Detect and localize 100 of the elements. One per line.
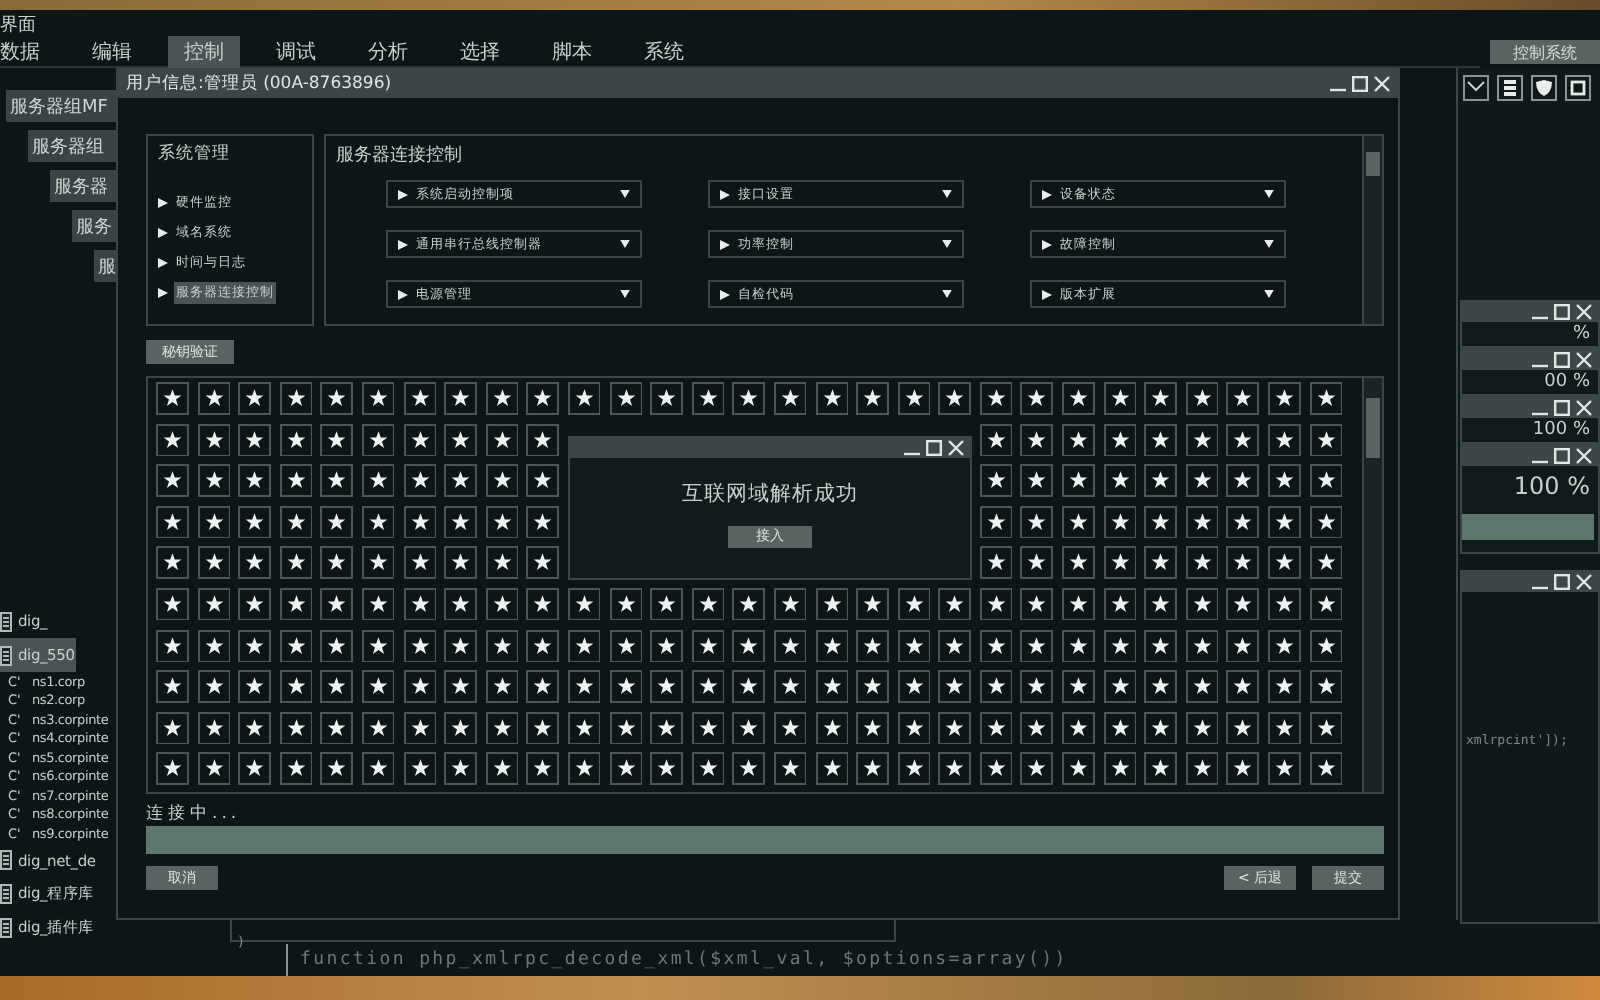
star-cell-icon (1144, 587, 1178, 621)
maximize-icon[interactable] (925, 439, 942, 456)
star-cell-icon (403, 670, 437, 704)
star-cell-icon (403, 546, 437, 580)
maximize-icon[interactable] (1554, 352, 1570, 368)
star-cell-icon (526, 382, 560, 415)
star-cell-icon (403, 423, 437, 457)
star-cell-icon (856, 752, 890, 786)
database-icon[interactable] (1496, 74, 1524, 102)
star-cell-icon (526, 505, 560, 539)
maximize-icon[interactable] (1352, 76, 1368, 92)
play-icon (398, 289, 408, 299)
menu-item[interactable]: 分析 (352, 35, 424, 67)
menu-item[interactable]: 系统 (628, 35, 700, 67)
star-cell-icon (567, 587, 601, 621)
progress-reading: 00 % (1542, 370, 1592, 394)
caret-icon (942, 240, 952, 248)
star-cell-icon (1268, 382, 1302, 415)
close-icon[interactable] (1576, 304, 1592, 320)
star-cell-icon (1268, 464, 1302, 498)
star-cell-icon (156, 423, 189, 457)
menu-item[interactable]: 数据 (0, 35, 56, 67)
star-cell-icon (156, 587, 189, 621)
star-cell-icon (444, 752, 478, 786)
star-cell-icon (1144, 711, 1178, 745)
star-cell-icon (815, 711, 848, 745)
close-icon[interactable] (1576, 448, 1592, 464)
star-cell-icon (485, 752, 519, 786)
star-cell-icon (856, 670, 890, 704)
close-icon[interactable] (1576, 400, 1592, 416)
star-cell-icon (238, 546, 272, 580)
star-cell-icon (279, 423, 313, 457)
mail-icon[interactable] (1462, 74, 1490, 102)
star-cell-icon (567, 382, 601, 415)
caret-icon (620, 240, 630, 248)
shield-icon[interactable] (1530, 74, 1558, 102)
star-cell-icon (1226, 546, 1260, 580)
menu-item[interactable]: 选择 (444, 35, 516, 67)
star-cell-icon (567, 629, 601, 663)
star-cell-icon (526, 423, 560, 457)
maximize-icon[interactable] (1554, 448, 1570, 464)
star-cell-icon (1062, 711, 1096, 745)
close-icon[interactable] (1576, 352, 1592, 368)
scrollbar[interactable] (1362, 378, 1382, 792)
star-cell-icon (403, 382, 437, 415)
play-icon (1042, 189, 1052, 199)
menu-item[interactable]: 调试 (260, 35, 332, 67)
close-icon[interactable] (947, 439, 964, 456)
star-cell-icon (361, 382, 395, 415)
star-cell-icon (485, 629, 519, 663)
popup-message: 互联网域解析成功 (681, 479, 858, 508)
play-icon (1042, 289, 1052, 299)
star-cell-icon (979, 464, 1013, 498)
star-cell-icon (1268, 587, 1302, 621)
star-cell-icon (1020, 546, 1054, 580)
star-cell-icon (1185, 711, 1219, 745)
star-cell-icon (1144, 423, 1178, 457)
star-cell-icon (156, 711, 189, 745)
control-system-button[interactable]: 控制系统 (1490, 40, 1600, 64)
star-cell-icon (1268, 711, 1302, 745)
star-cell-icon (773, 629, 807, 663)
play-icon (158, 258, 168, 268)
star-cell-icon (444, 629, 478, 663)
file-icon (0, 918, 12, 938)
star-cell-icon (1268, 423, 1302, 457)
star-cell-icon (1144, 670, 1178, 704)
star-cell-icon (1020, 382, 1054, 415)
star-cell-icon (361, 629, 395, 663)
star-cell-icon (773, 587, 807, 621)
panel-heading: 服务器连接控制 (336, 143, 464, 168)
star-cell-icon (403, 505, 437, 539)
star-cell-icon (156, 382, 189, 415)
menu-item[interactable]: 脚本 (536, 35, 608, 67)
star-cell-icon (444, 670, 478, 704)
star-cell-icon (938, 752, 972, 786)
star-cell-icon (1103, 587, 1137, 621)
star-cell-icon (485, 464, 519, 498)
star-cell-icon (1062, 546, 1096, 580)
maximize-icon[interactable] (1554, 400, 1570, 416)
maximize-icon[interactable] (1554, 304, 1570, 320)
star-cell-icon (691, 587, 725, 621)
star-cell-icon (815, 587, 848, 621)
play-icon (158, 228, 168, 238)
star-cell-icon (938, 587, 972, 621)
maximize-icon[interactable] (1554, 574, 1570, 590)
scrollbar[interactable] (1362, 136, 1382, 324)
close-icon[interactable] (1576, 574, 1592, 590)
star-cell-icon (650, 752, 684, 786)
caret-icon (1264, 240, 1274, 248)
menu-item[interactable]: 编辑 (76, 35, 148, 67)
star-cell-icon (320, 464, 354, 498)
star-cell-icon (361, 464, 395, 498)
close-icon[interactable] (1374, 76, 1390, 92)
star-cell-icon (485, 505, 519, 539)
star-cell-icon (1309, 670, 1343, 704)
chip-icon[interactable] (1564, 74, 1592, 102)
star-cell-icon (156, 670, 189, 704)
star-cell-icon (1020, 587, 1054, 621)
star-cell-icon (361, 587, 395, 621)
menu-item[interactable]: 控制 (168, 35, 240, 67)
